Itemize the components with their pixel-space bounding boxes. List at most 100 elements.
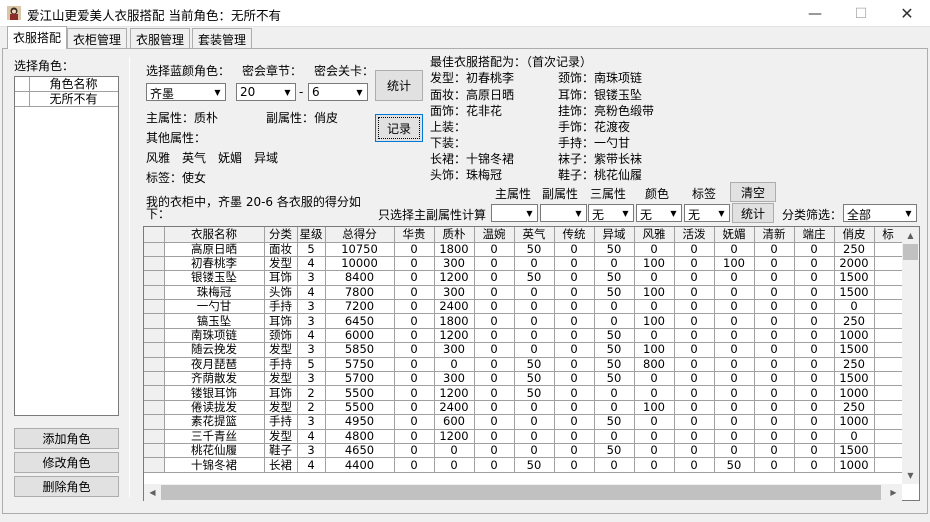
vertical-scrollbar[interactable]: ▲ ▼ <box>902 227 919 484</box>
table-cell[interactable]: 50 <box>594 443 635 459</box>
table-cell[interactable]: 0 <box>794 385 835 401</box>
table-cell[interactable]: 100 <box>634 313 675 329</box>
table-cell[interactable]: 4 <box>297 328 326 344</box>
minimize-button[interactable]: — <box>792 0 838 27</box>
table-cell[interactable]: 5 <box>297 242 326 257</box>
table-cell[interactable]: 0 <box>674 457 715 473</box>
table-cell[interactable]: 1200 <box>434 385 475 401</box>
column-header[interactable]: 清新 <box>754 227 795 243</box>
third-attr-dropdown[interactable]: 无 ▼ <box>588 204 634 222</box>
table-cell[interactable]: 2 <box>297 400 326 416</box>
table-cell[interactable]: 0 <box>554 357 595 373</box>
table-cell[interactable] <box>874 342 903 358</box>
tab-wardrobe-manage[interactable]: 衣柜管理 <box>67 28 128 48</box>
table-cell[interactable]: 0 <box>674 270 715 286</box>
table-cell[interactable]: 0 <box>474 457 515 473</box>
table-cell[interactable]: 倦读拢发 <box>164 400 265 416</box>
table-cell[interactable]: 0 <box>714 342 755 358</box>
table-cell[interactable]: 250 <box>834 313 875 329</box>
table-row[interactable]: 南珠项链 颈饰 4 6000 0 1200 0 0 0 50 0 0 0 0 0 1000 <box>144 328 903 344</box>
table-cell[interactable]: 4 <box>297 285 326 301</box>
table-cell[interactable]: 50 <box>594 342 635 358</box>
table-cell[interactable]: 0 <box>634 443 675 459</box>
table-cell[interactable]: 0 <box>634 270 675 286</box>
table-cell[interactable]: 0 <box>394 371 435 387</box>
table-cell[interactable]: 耳饰 <box>264 313 298 329</box>
table-cell[interactable]: 0 <box>754 371 795 387</box>
table-cell[interactable]: 300 <box>434 342 475 358</box>
table-cell[interactable]: 桃花仙履 <box>164 443 265 459</box>
table-cell[interactable]: 0 <box>514 414 555 430</box>
table-cell[interactable]: 10750 <box>325 242 395 257</box>
table-cell[interactable]: 3 <box>297 270 326 286</box>
table-cell[interactable]: 0 <box>754 457 795 473</box>
table-cell[interactable]: 0 <box>754 242 795 257</box>
table-cell[interactable]: 0 <box>674 385 715 401</box>
table-cell[interactable]: 0 <box>514 256 555 272</box>
table-cell[interactable]: 0 <box>514 342 555 358</box>
category-dropdown[interactable]: 全部 ▼ <box>843 204 917 222</box>
table-cell[interactable]: 素花提篮 <box>164 414 265 430</box>
table-cell[interactable]: 0 <box>634 299 675 315</box>
table-cell[interactable]: 300 <box>434 371 475 387</box>
table-cell[interactable]: 0 <box>474 328 515 344</box>
record-button[interactable]: 记录 <box>375 114 423 142</box>
table-row[interactable]: 夜月琵琶 手持 5 5750 0 0 0 50 0 50 800 0 0 0 0 250 <box>144 357 903 373</box>
row-header[interactable] <box>144 429 165 444</box>
table-cell[interactable]: 南珠项链 <box>164 328 265 344</box>
table-cell[interactable] <box>874 256 903 272</box>
table-cell[interactable]: 0 <box>714 357 755 373</box>
table-cell[interactable]: 0 <box>754 328 795 344</box>
scroll-thumb[interactable] <box>903 244 918 260</box>
column-header[interactable]: 活泼 <box>674 227 715 243</box>
scroll-up-icon[interactable]: ▲ <box>902 227 919 244</box>
table-cell[interactable]: 0 <box>474 242 515 257</box>
table-cell[interactable]: 0 <box>754 256 795 272</box>
table-cell[interactable]: 0 <box>474 357 515 373</box>
table-cell[interactable]: 0 <box>674 429 715 444</box>
table-cell[interactable]: 0 <box>754 357 795 373</box>
column-header[interactable]: 端庄 <box>794 227 835 243</box>
table-cell[interactable]: 0 <box>554 385 595 401</box>
table-cell[interactable]: 0 <box>674 285 715 301</box>
table-cell[interactable]: 初春桃李 <box>164 256 265 272</box>
table-cell[interactable]: 0 <box>594 256 635 272</box>
scroll-left-icon[interactable]: ◀ <box>144 484 161 501</box>
column-header[interactable]: 标 <box>874 227 903 243</box>
table-cell[interactable]: 0 <box>514 313 555 329</box>
row-header[interactable] <box>144 443 165 459</box>
table-cell[interactable] <box>874 285 903 301</box>
table-cell[interactable]: 0 <box>674 400 715 416</box>
table-row[interactable]: 随云挽发 发型 3 5850 0 300 0 0 0 50 100 0 0 0 0 1500 <box>144 342 903 358</box>
table-cell[interactable]: 5500 <box>325 385 395 401</box>
row-header[interactable] <box>144 357 165 373</box>
table-cell[interactable]: 手持 <box>264 357 298 373</box>
table-cell[interactable]: 高原日晒 <box>164 242 265 257</box>
table-cell[interactable]: 发型 <box>264 256 298 272</box>
table-cell[interactable]: 0 <box>474 400 515 416</box>
table-cell[interactable]: 0 <box>434 357 475 373</box>
table-cell[interactable]: 50 <box>514 385 555 401</box>
table-cell[interactable]: 夜月琵琶 <box>164 357 265 373</box>
row-header[interactable] <box>144 414 165 430</box>
table-cell[interactable]: 0 <box>474 342 515 358</box>
sub-attr-dropdown[interactable]: ▼ <box>540 204 587 222</box>
table-cell[interactable]: 发型 <box>264 371 298 387</box>
table-cell[interactable]: 0 <box>794 299 835 315</box>
table-cell[interactable]: 0 <box>714 242 755 257</box>
table-cell[interactable]: 0 <box>794 371 835 387</box>
table-cell[interactable]: 0 <box>714 371 755 387</box>
table-cell[interactable]: 0 <box>674 328 715 344</box>
column-header[interactable]: 温婉 <box>474 227 515 243</box>
table-cell[interactable]: 1500 <box>834 342 875 358</box>
table-cell[interactable]: 300 <box>434 256 475 272</box>
column-header[interactable]: 星级 <box>297 227 326 243</box>
column-header[interactable]: 分类 <box>264 227 298 243</box>
table-cell[interactable]: 长裙 <box>264 457 298 473</box>
table-cell[interactable]: 3 <box>297 313 326 329</box>
table-cell[interactable]: 1000 <box>834 385 875 401</box>
table-cell[interactable]: 0 <box>634 371 675 387</box>
table-cell[interactable]: 3 <box>297 443 326 459</box>
table-cell[interactable]: 50 <box>594 285 635 301</box>
table-cell[interactable]: 0 <box>794 400 835 416</box>
